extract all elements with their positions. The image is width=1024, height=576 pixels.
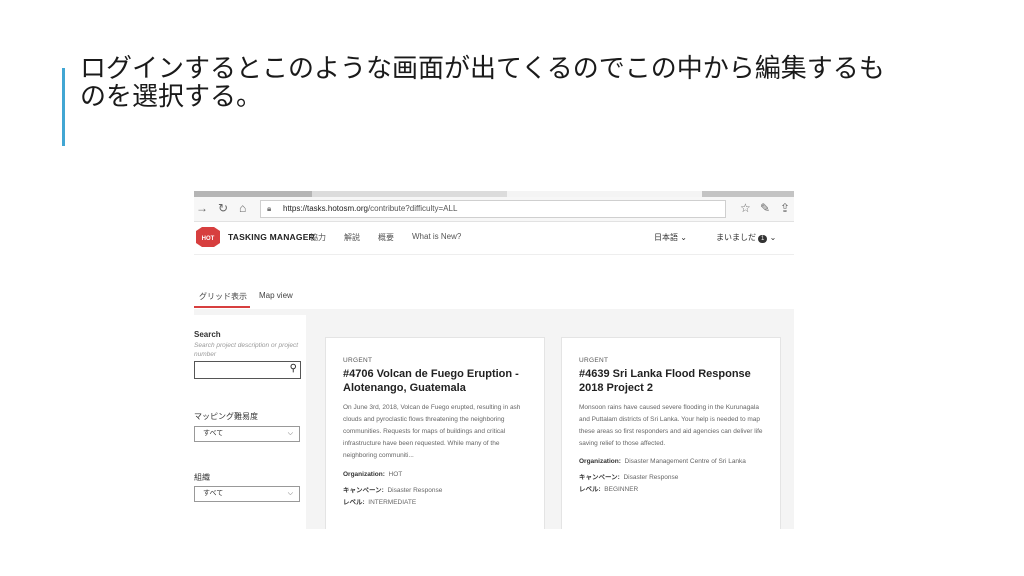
forward-icon[interactable]: → xyxy=(196,201,208,215)
brand-name[interactable]: TASKING MANAGER xyxy=(228,232,315,242)
filter-sidebar: Search Search project description or pro… xyxy=(194,315,306,529)
home-icon[interactable]: ⌂ xyxy=(239,201,246,215)
project-organization: Organization: Disaster Management Centre… xyxy=(579,458,746,465)
language-selector[interactable]: 日本語 ⌄ xyxy=(654,232,687,243)
priority-label: URGENT xyxy=(343,357,373,364)
project-description: On June 3rd, 2018, Volcan de Fuego erupt… xyxy=(343,404,521,459)
address-bar: → ↻ ⌂ 🔒︎ https://tasks.hotosm.org/contri… xyxy=(194,197,794,222)
search-hint: Search project description or project nu… xyxy=(194,342,299,358)
pen-icon[interactable]: ✎ xyxy=(760,201,770,215)
user-menu[interactable]: まいましだ 1 ⌄ xyxy=(716,232,776,243)
url-field[interactable]: 🔒︎ https://tasks.hotosm.org/contribute?d… xyxy=(260,200,726,218)
url-text: https://tasks.hotosm.org/contribute?diff… xyxy=(283,204,458,213)
menu-item-whats-new[interactable]: What is New? xyxy=(412,232,461,241)
difficulty-label: マッピング難易度 xyxy=(194,412,258,421)
favorite-star-icon[interactable]: ☆ xyxy=(740,201,751,215)
project-title[interactable]: #4639 Sri Lanka Flood Response 2018 Proj… xyxy=(579,367,769,395)
app-header: HOT TASKING MANAGER 協力 解説 概要 What is New… xyxy=(194,222,794,255)
chevron-down-icon: ⌄ xyxy=(769,233,777,242)
project-campaign: キャンペーン: Disaster Response xyxy=(579,474,679,481)
menu-item-contribute[interactable]: 協力 xyxy=(310,232,326,243)
difficulty-select[interactable]: すべて ⌵ xyxy=(194,426,300,442)
project-card[interactable]: URGENT #4639 Sri Lanka Flood Response 20… xyxy=(561,337,781,529)
chevron-down-icon: ⌵ xyxy=(287,430,293,437)
search-icon[interactable]: ⚲ xyxy=(290,363,297,374)
project-description: Monsoon rains have caused severe floodin… xyxy=(579,404,763,447)
project-organization: Organization: HOT xyxy=(343,471,403,478)
browser-screenshot: → ↻ ⌂ 🔒︎ https://tasks.hotosm.org/contri… xyxy=(194,191,794,529)
project-level: レベル: BEGINNER xyxy=(579,486,639,493)
tab-map-view[interactable]: Map view xyxy=(259,291,293,300)
project-campaign: キャンペーン: Disaster Response xyxy=(343,487,443,494)
hot-logo-icon[interactable]: HOT xyxy=(196,227,220,247)
slide-title: ログインするとこのような画面が出てくるのでこの中から編集するものを選択する。 xyxy=(80,54,885,112)
notification-badge: 1 xyxy=(758,235,768,243)
refresh-icon[interactable]: ↻ xyxy=(218,201,228,215)
organization-select[interactable]: すべて ⌵ xyxy=(194,486,300,502)
share-icon[interactable]: ⇪ xyxy=(780,201,790,215)
search-input[interactable]: ⚲ xyxy=(194,361,301,379)
lock-icon: 🔒︎ xyxy=(267,204,272,213)
project-title[interactable]: #4706 Volcan de Fuego Eruption - Alotena… xyxy=(343,367,533,395)
organization-label: 組織 xyxy=(194,473,210,482)
menu-item-learn[interactable]: 解説 xyxy=(344,232,360,243)
active-tab-indicator xyxy=(194,306,250,308)
tab-grid-view[interactable]: グリッド表示 xyxy=(199,291,247,302)
logo-text: HOT xyxy=(202,236,215,242)
slide-accent-bar xyxy=(62,68,65,146)
project-card[interactable]: URGENT #4706 Volcan de Fuego Eruption - … xyxy=(325,337,545,529)
chevron-down-icon: ⌵ xyxy=(287,490,293,497)
search-label: Search xyxy=(194,330,221,339)
chevron-down-icon: ⌄ xyxy=(680,233,687,242)
view-tabs: グリッド表示 Map view xyxy=(194,263,794,309)
project-level: レベル: INTERMEDIATE xyxy=(343,499,417,506)
priority-label: URGENT xyxy=(579,357,609,364)
menu-item-about[interactable]: 概要 xyxy=(378,232,394,243)
